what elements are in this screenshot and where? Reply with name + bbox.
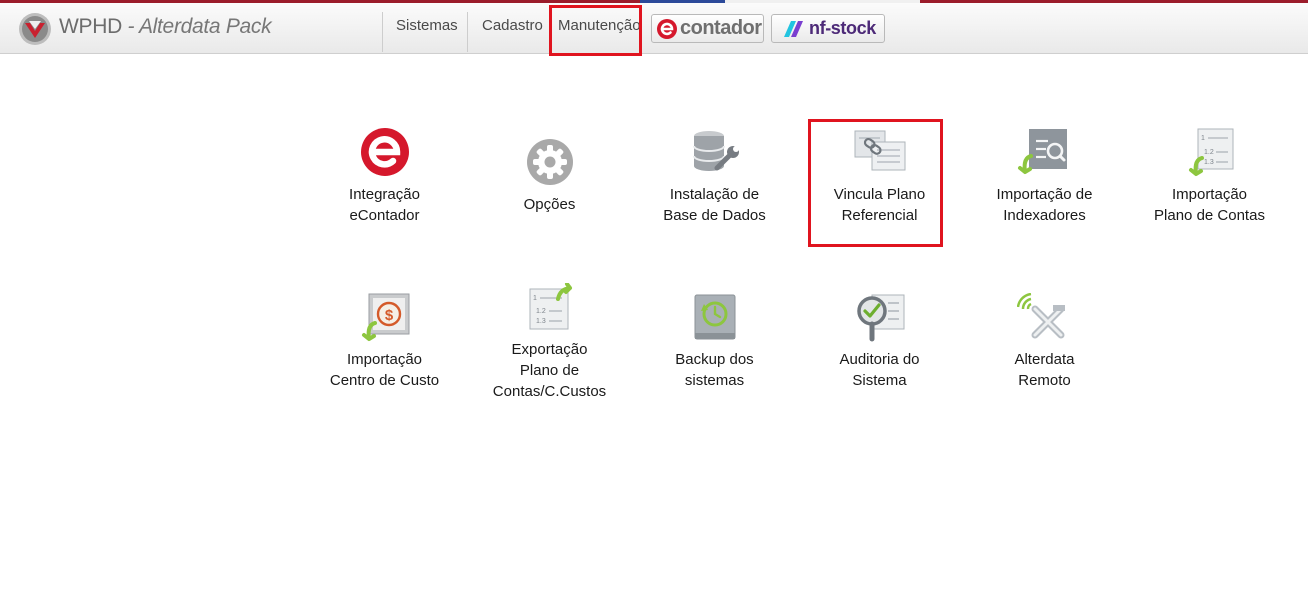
tile-label-line1: Backup dos bbox=[675, 351, 754, 368]
svg-text:1: 1 bbox=[1201, 135, 1205, 142]
tile-importacao-centro-de-custo[interactable]: $ Importação Centro de Custo bbox=[302, 293, 467, 391]
app-title-main: WPHD bbox=[59, 15, 122, 38]
app-logo-icon bbox=[16, 12, 54, 46]
tile-label-line2: Base de Dados bbox=[663, 207, 766, 224]
tile-exportacao-plano-de-contas[interactable]: 1 1.2 1.3 Exportação Plano de Contas/C.Cus… bbox=[467, 283, 632, 402]
econtador-logo-icon bbox=[657, 19, 677, 39]
dollar-import-icon: $ bbox=[357, 293, 413, 349]
tile-label-line2: Indexadores bbox=[1003, 207, 1086, 224]
tile-label-line1: Instalação de bbox=[669, 186, 760, 203]
tile-label-line1: Auditoria do bbox=[839, 351, 920, 368]
svg-text:1.2: 1.2 bbox=[536, 308, 546, 315]
toolbar-separator bbox=[382, 12, 383, 52]
menu-sistemas[interactable]: Sistemas bbox=[396, 17, 458, 34]
gear-icon bbox=[522, 138, 578, 194]
app-title-sub: - Alterdata Pack bbox=[121, 15, 272, 38]
tile-label-line2: Sistema bbox=[852, 372, 907, 389]
database-wrench-icon bbox=[687, 128, 743, 184]
nfstock-button[interactable]: nf-stock bbox=[771, 14, 885, 43]
tile-label-line2: Plano de Contas bbox=[1154, 207, 1265, 224]
nfstock-button-label: nf-stock bbox=[809, 18, 876, 38]
backup-clock-icon bbox=[687, 293, 743, 349]
menu-manutencao-highlight bbox=[549, 5, 642, 56]
tile-label-line1: Alterdata bbox=[1014, 351, 1075, 368]
audit-magnifier-icon bbox=[852, 293, 908, 349]
tile-importacao-plano-de-contas[interactable]: 1 1.2 1.3 Importação Plano de Contas bbox=[1127, 128, 1292, 226]
tile-integracao-econtador[interactable]: Integração eContador bbox=[302, 128, 467, 226]
tile-importacao-indexadores[interactable]: Importação de Indexadores bbox=[962, 128, 1127, 226]
toolbar-separator bbox=[467, 12, 468, 52]
econtador-button[interactable]: contador bbox=[651, 14, 764, 43]
list-export-icon: 1 1.2 1.3 bbox=[522, 283, 578, 339]
svg-text:1.3: 1.3 bbox=[536, 318, 546, 325]
tile-backup-dos-sistemas[interactable]: Backup dos sistemas bbox=[632, 293, 797, 391]
svg-text:$: $ bbox=[384, 307, 393, 324]
econtador-icon bbox=[357, 128, 413, 184]
tile-label-line2: Remoto bbox=[1018, 372, 1071, 389]
tile-label-line1: Importação bbox=[1171, 186, 1248, 203]
svg-text:1: 1 bbox=[533, 295, 537, 302]
tile-label-line2: eContador bbox=[349, 207, 420, 224]
tile-label-line1: Importação bbox=[346, 351, 423, 368]
tile-opcoes[interactable]: Opções bbox=[467, 138, 632, 215]
tile-label-line1: Exportação bbox=[511, 341, 588, 358]
tile-vincula-highlight bbox=[808, 119, 943, 247]
tile-label-line3: Contas/C.Custos bbox=[492, 383, 607, 400]
tile-alterdata-remoto[interactable]: Alterdata Remoto bbox=[962, 293, 1127, 391]
app-title: WPHD - Alterdata Pack bbox=[59, 15, 272, 39]
tile-label-line1: Opções bbox=[523, 196, 576, 213]
svg-text:1.3: 1.3 bbox=[1204, 159, 1214, 166]
list-import-icon: 1 1.2 1.3 bbox=[1182, 128, 1238, 184]
tile-label-line2: sistemas bbox=[684, 372, 745, 389]
econtador-button-label: contador bbox=[680, 17, 762, 39]
svg-text:1.2: 1.2 bbox=[1204, 149, 1214, 156]
tile-label-line1: Integração bbox=[349, 186, 420, 203]
tile-label-line2: Centro de Custo bbox=[329, 372, 440, 389]
main-toolbar: WPHD - Alterdata Pack Sistemas Cadastro … bbox=[0, 3, 1308, 56]
remote-access-icon bbox=[1016, 293, 1073, 349]
tile-auditoria-do-sistema[interactable]: Auditoria do Sistema bbox=[797, 293, 962, 391]
nfstock-logo-icon bbox=[782, 19, 808, 39]
tile-label-line2: Plano de bbox=[519, 362, 580, 379]
tile-instalacao-base-de-dados[interactable]: Instalação de Base de Dados bbox=[632, 128, 797, 226]
search-document-import-icon bbox=[1017, 128, 1073, 184]
tile-label-line1: Importação de bbox=[996, 186, 1093, 203]
menu-cadastro[interactable]: Cadastro bbox=[482, 17, 543, 34]
